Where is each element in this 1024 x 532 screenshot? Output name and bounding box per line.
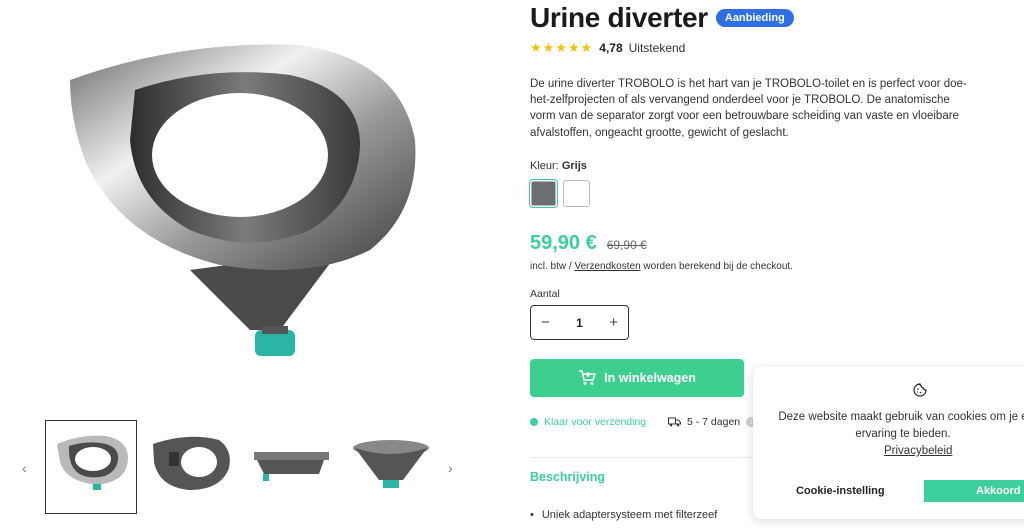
cookie-settings-button[interactable]: Cookie-instelling xyxy=(796,485,885,497)
divider xyxy=(530,457,760,458)
in-stock-dot-icon xyxy=(530,418,538,426)
delivery-time: 5 - 7 dagen i xyxy=(668,416,757,428)
product-title: Urine diverter xyxy=(530,2,708,33)
sale-badge: Aanbieding xyxy=(715,9,794,27)
cart-icon xyxy=(579,370,597,385)
title-row: Urine diverter Aanbieding xyxy=(530,2,794,34)
quantity-value[interactable]: 1 xyxy=(576,316,583,330)
cookie-line-1: Deze website maakt gebruik van cookies o… xyxy=(778,411,1024,423)
swatch-white[interactable] xyxy=(563,180,590,207)
color-value: Grijs xyxy=(561,160,587,172)
shipping-costs-link[interactable]: Verzendkosten xyxy=(574,261,640,272)
quantity-label: Aantal xyxy=(530,288,560,300)
truck-icon xyxy=(668,417,681,427)
cookie-message: Deze website maakt gebruik van cookies o… xyxy=(753,409,1024,443)
delivery-text: 5 - 7 dagen xyxy=(687,416,741,428)
chevron-right-icon[interactable]: › xyxy=(448,460,453,476)
thumbnail-2[interactable] xyxy=(145,420,237,514)
rating-value: 4,78 xyxy=(599,41,623,55)
cookie-icon xyxy=(913,383,927,397)
add-to-cart-button[interactable]: In winkelwagen xyxy=(530,359,744,397)
minus-icon[interactable]: − xyxy=(541,314,550,331)
product-description: De urine diverter TROBOLO is het hart va… xyxy=(530,78,967,139)
product-main-image[interactable] xyxy=(40,30,440,390)
feature-bullet: • Uniek adaptersysteem met filterzeef xyxy=(530,509,717,521)
thumbnail-3[interactable] xyxy=(245,420,337,514)
tax-prefix: incl. btw / xyxy=(530,261,575,272)
feature-text: Uniek adaptersysteem met filterzeef xyxy=(541,509,718,521)
bullet-icon: • xyxy=(530,509,534,521)
stock-status: Klaar voor verzending xyxy=(530,416,646,428)
add-to-cart-label: In winkelwagen xyxy=(604,371,696,385)
swatch-grey[interactable] xyxy=(529,179,558,208)
accept-cookies-button[interactable]: Akkoord xyxy=(924,480,1024,502)
color-label-text: Kleur: xyxy=(530,160,559,172)
tax-suffix: worden berekend bij de checkout. xyxy=(640,261,793,272)
price-row: 59,90 € 69,90 € xyxy=(530,232,647,255)
rating[interactable]: ★★★★★ 4,78 Uitstekend xyxy=(530,40,685,56)
thumbnail-carousel: ‹ › xyxy=(18,420,468,516)
tax-note: incl. btw / Verzendkosten worden bereken… xyxy=(530,261,793,272)
star-rating-icon: ★★★★★ xyxy=(530,40,594,55)
thumbnail-1[interactable] xyxy=(45,420,137,514)
sale-price: 59,90 € xyxy=(530,232,597,254)
rating-text: Uitstekend xyxy=(628,41,686,55)
stock-text: Klaar voor verzending xyxy=(544,416,647,428)
original-price: 69,90 € xyxy=(606,238,647,252)
thumbnail-4[interactable] xyxy=(345,420,437,514)
plus-icon[interactable]: + xyxy=(609,314,618,331)
description-heading[interactable]: Beschrijving xyxy=(530,470,605,484)
cookie-line-2: ervaring te bieden. xyxy=(855,428,951,440)
quantity-stepper: − 1 + xyxy=(530,305,629,340)
color-label: Kleur: Grijs xyxy=(530,160,587,172)
cookie-banner: Deze website maakt gebruik van cookies o… xyxy=(753,367,1024,519)
privacy-policy-link[interactable]: Privacybeleid xyxy=(884,445,952,457)
chevron-left-icon[interactable]: ‹ xyxy=(22,460,27,476)
